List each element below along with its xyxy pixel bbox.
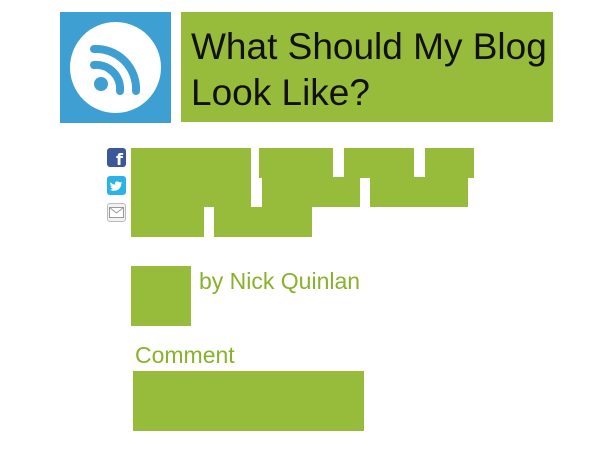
twitter-share-link[interactable] [131, 177, 251, 207]
facebook-share-link[interactable] [425, 148, 474, 178]
facebook-share-link[interactable] [131, 148, 251, 178]
twitter-share-link[interactable] [370, 177, 468, 207]
twitter-share-link[interactable] [262, 177, 360, 207]
rss-icon-circle [70, 22, 161, 113]
email-share-link[interactable] [214, 207, 312, 237]
facebook-share-link[interactable] [344, 148, 414, 178]
email-icon[interactable] [107, 203, 126, 222]
post-title[interactable]: What Should My Blog Look Like? [191, 24, 547, 116]
rss-icon [90, 44, 141, 95]
email-share-link[interactable] [131, 207, 204, 237]
author-byline[interactable]: by Nick Quinlan [199, 268, 360, 295]
rss-logo[interactable] [60, 12, 171, 123]
post-title-box: What Should My Blog Look Like? [181, 12, 553, 122]
twitter-icon[interactable] [107, 176, 126, 195]
comment-box[interactable] [133, 371, 364, 431]
facebook-icon[interactable]: f [107, 148, 126, 167]
facebook-share-link[interactable] [259, 148, 333, 178]
author-avatar[interactable] [131, 266, 191, 326]
comment-label: Comment [135, 342, 235, 368]
